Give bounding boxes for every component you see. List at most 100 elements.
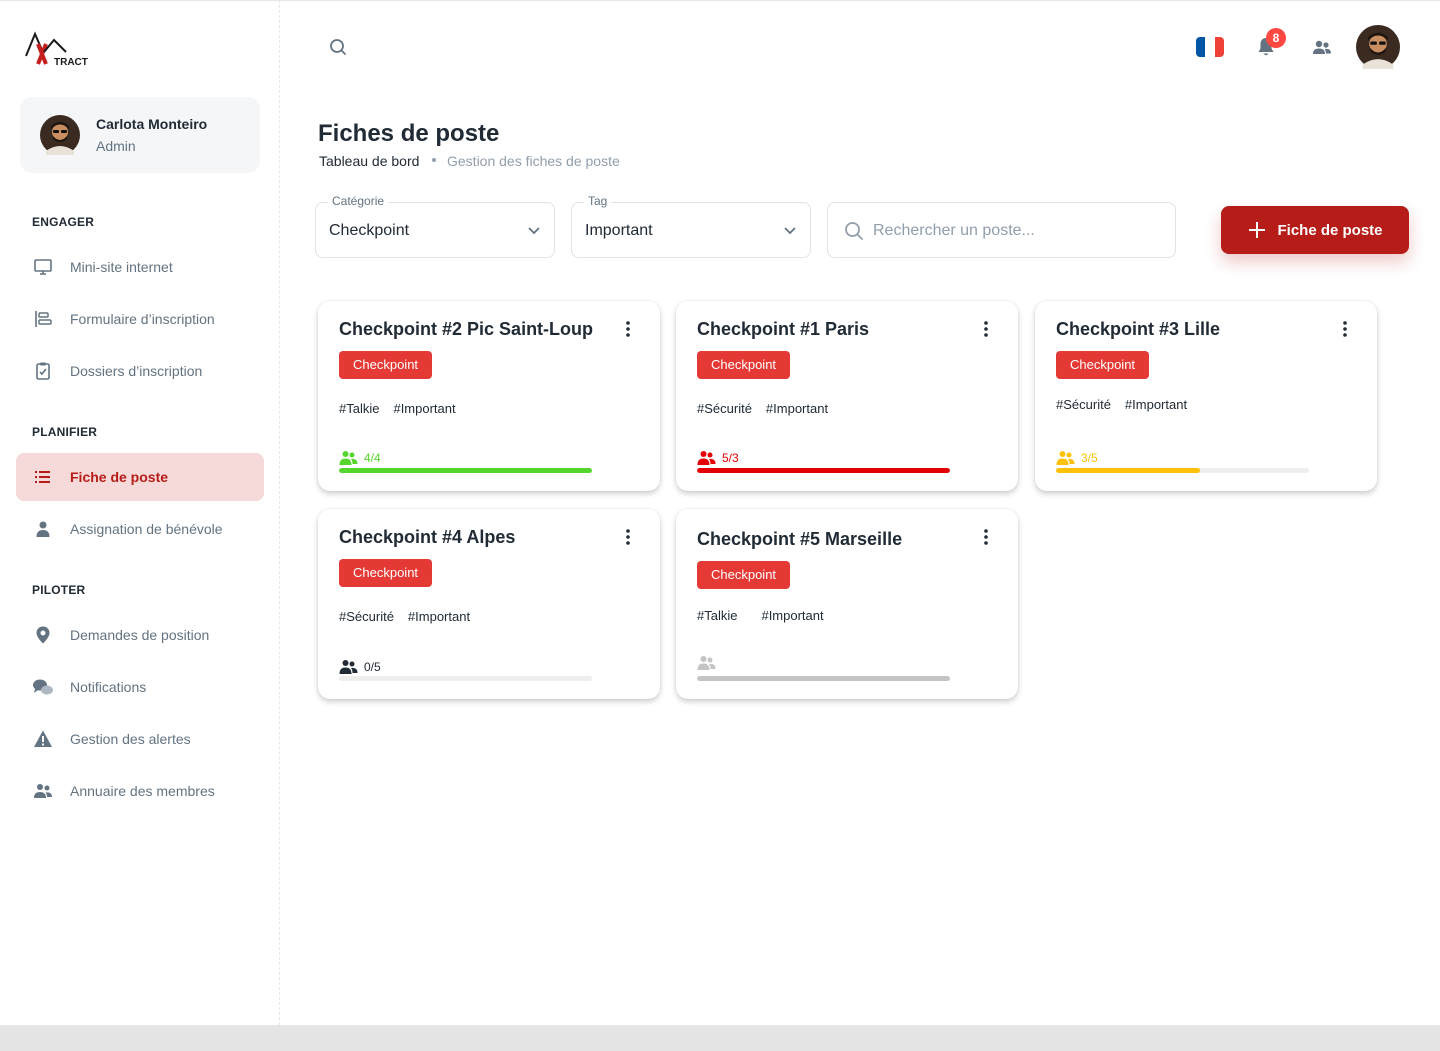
tag-label: #Important <box>765 401 829 416</box>
sidebar-item-formulaire[interactable]: Formulaire d’inscription <box>16 295 264 343</box>
tag-label: #Sécurité <box>697 401 752 416</box>
more-vertical-icon[interactable] <box>1335 319 1355 339</box>
card-capacity: 0/5 <box>339 658 381 676</box>
card-title: Checkpoint #3 Lille <box>1056 319 1221 339</box>
capacity-progress-fill <box>697 468 950 473</box>
tag-select[interactable]: Tag Important <box>571 194 811 258</box>
people-icon <box>1056 450 1075 466</box>
contacts-icon[interactable] <box>1310 35 1334 59</box>
card-tags: #Talkie #Important <box>339 401 456 416</box>
location-pin-icon <box>32 624 54 646</box>
tag-legend: Tag <box>584 194 612 208</box>
job-card[interactable]: Checkpoint #4 Alpes Checkpoint #Sécurité… <box>318 509 660 699</box>
tag-label: #Important <box>407 609 471 624</box>
category-value: Checkpoint <box>329 222 410 239</box>
sidebar-item-label: Dossiers d’inscription <box>70 363 203 379</box>
person-icon <box>32 518 54 540</box>
user-avatar[interactable] <box>1356 25 1400 69</box>
search-field[interactable] <box>827 202 1176 258</box>
job-card[interactable]: Checkpoint #5 Marseille Checkpoint #Talk… <box>676 509 1018 699</box>
language-flag-icon[interactable] <box>1196 37 1224 57</box>
sidebar-item-label: Annuaire des membres <box>70 783 215 799</box>
breadcrumb-home[interactable]: Tableau de bord <box>319 153 419 169</box>
tag-label: #Sécurité <box>339 609 394 624</box>
sidebar-item-mini-site[interactable]: Mini-site internet <box>16 243 264 291</box>
job-card[interactable]: Checkpoint #2 Pic Saint-Loup Checkpoint … <box>318 301 660 491</box>
form-icon <box>32 308 54 330</box>
card-tags: #Sécurité #Important <box>697 401 828 416</box>
category-chip[interactable]: Checkpoint <box>339 559 433 587</box>
section-engager: ENGAGER <box>32 215 95 229</box>
tag-label: #Important <box>393 401 456 416</box>
card-title: Checkpoint #4 Alpes <box>339 527 516 547</box>
capacity-progress-bar <box>339 676 592 681</box>
sidebar-item-dossiers[interactable]: Dossiers d’inscription <box>16 347 264 395</box>
chat-bubbles-icon <box>32 676 54 698</box>
card-title: Checkpoint #1 Paris <box>697 319 870 339</box>
tag-label: #Talkie <box>697 608 738 623</box>
category-legend: Catégorie <box>328 194 389 208</box>
capacity-progress-bar <box>697 468 950 473</box>
section-planifier: PLANIFIER <box>32 425 98 439</box>
account-card[interactable]: Carlota Monteiro Admin <box>20 97 260 173</box>
capacity-progress-bar <box>1056 468 1309 473</box>
sidebar-item-alertes[interactable]: Gestion des alertes <box>16 715 264 763</box>
tag-value: Important <box>585 222 653 239</box>
account-name: Carlota Monteiro <box>96 116 208 132</box>
sidebar-item-label: Formulaire d’inscription <box>70 311 215 327</box>
capacity-progress-bar <box>339 468 592 473</box>
sidebar: TRACT Carlota Monteiro Admin ENGAGER Min… <box>0 0 280 1025</box>
card-tags: #Sécurité #Important <box>1056 397 1187 412</box>
category-chip[interactable]: Checkpoint <box>339 351 433 379</box>
sidebar-item-assignation[interactable]: Assignation de bénévole <box>16 505 264 553</box>
search-icon[interactable] <box>326 35 350 59</box>
sidebar-item-demandes[interactable]: Demandes de position <box>16 611 264 659</box>
category-chip[interactable]: Checkpoint <box>1056 351 1150 379</box>
page-title: Fiches de poste <box>318 120 500 147</box>
people-icon <box>32 780 54 802</box>
card-title: Checkpoint #5 Marseille <box>697 529 903 549</box>
breadcrumb-separator <box>432 158 436 162</box>
tag-label: #Important <box>1124 397 1188 412</box>
account-role: Admin <box>96 138 136 154</box>
capacity-progress-fill <box>339 468 592 473</box>
job-card[interactable]: Checkpoint #3 Lille Checkpoint #Sécurité… <box>1035 301 1377 491</box>
add-fiche-button[interactable]: Fiche de poste <box>1221 206 1409 254</box>
bottom-bar <box>0 1025 1440 1051</box>
card-capacity <box>697 654 722 672</box>
category-chip[interactable]: Checkpoint <box>697 351 791 379</box>
capacity-progress-fill <box>1056 468 1201 473</box>
more-vertical-icon[interactable] <box>976 319 996 339</box>
search-input[interactable] <box>873 217 1163 245</box>
tag-label: #Sécurité <box>1056 397 1111 412</box>
more-vertical-icon[interactable] <box>618 527 638 547</box>
job-card[interactable]: Checkpoint #1 Paris Checkpoint #Sécurité… <box>676 301 1018 491</box>
sidebar-item-annuaire[interactable]: Annuaire des membres <box>16 767 264 815</box>
sidebar-item-notifications[interactable]: Notifications <box>16 663 264 711</box>
more-vertical-icon[interactable] <box>976 527 996 547</box>
sidebar-item-label: Demandes de position <box>70 627 210 643</box>
sidebar-item-label: Assignation de bénévole <box>70 521 223 537</box>
section-piloter: PILOTER <box>32 583 86 597</box>
category-select[interactable]: Catégorie Checkpoint <box>315 194 555 258</box>
notification-badge: 8 <box>1266 28 1286 48</box>
card-tags: #Sécurité #Important <box>339 609 470 624</box>
capacity-progress-bar <box>697 676 950 681</box>
capacity-progress-fill <box>697 676 950 681</box>
people-icon <box>339 659 358 675</box>
monitor-icon <box>32 256 54 278</box>
capacity-value: 3/5 <box>1081 451 1098 465</box>
people-icon <box>697 450 716 466</box>
breadcrumb-current: Gestion des fiches de poste <box>447 153 620 169</box>
add-fiche-label: Fiche de poste <box>1277 221 1383 239</box>
more-vertical-icon[interactable] <box>618 319 638 339</box>
list-icon <box>32 466 54 488</box>
sidebar-item-label: Mini-site internet <box>70 259 173 275</box>
sidebar-item-label: Fiche de poste <box>70 469 169 485</box>
capacity-value: 0/5 <box>364 660 381 674</box>
app-logo[interactable]: TRACT <box>24 30 88 70</box>
category-chip[interactable]: Checkpoint <box>697 561 791 589</box>
warning-icon <box>32 728 54 750</box>
app-root: TRACT Carlota Monteiro Admin ENGAGER Min… <box>0 0 1440 1051</box>
sidebar-item-fiche-de-poste[interactable]: Fiche de poste <box>16 453 264 501</box>
